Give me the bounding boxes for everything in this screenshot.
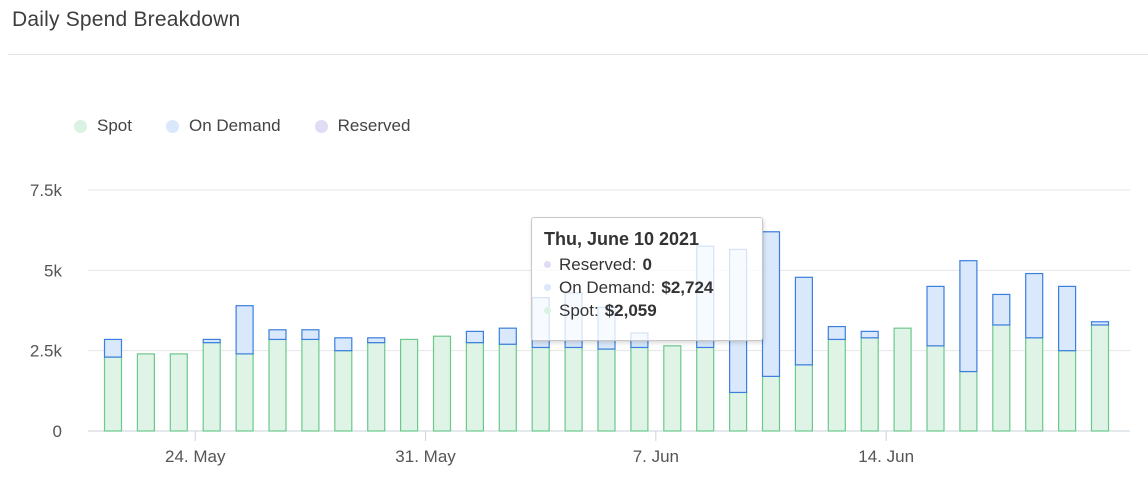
bar-spot[interactable] (531, 346, 550, 432)
tooltip-label-spot: Spot: (559, 301, 599, 320)
bar-spot[interactable] (432, 335, 452, 432)
bar-spot[interactable] (630, 346, 649, 432)
bar-spot[interactable] (202, 342, 221, 432)
bar-spot[interactable] (400, 338, 419, 432)
bar-on-demand[interactable] (103, 338, 123, 358)
bar-spot[interactable] (827, 338, 846, 432)
bar-on-demand[interactable] (465, 330, 484, 344)
bar-on-demand[interactable] (268, 329, 287, 341)
bar-spot[interactable] (1057, 350, 1077, 432)
bar-spot[interactable] (696, 346, 715, 432)
tooltip-row-on-demand: On Demand: $2,724 (544, 276, 750, 299)
bar-spot[interactable] (959, 370, 978, 432)
bar-spot[interactable] (860, 337, 879, 432)
tooltip-row-spot: Spot: $2,059 (544, 299, 750, 322)
bar-on-demand[interactable] (1025, 272, 1044, 339)
bar-spot[interactable] (334, 350, 353, 432)
hover-tooltip: Thu, June 10 2021 Reserved: 0 On Demand:… (531, 217, 763, 341)
tooltip-value-on-demand: $2,724 (661, 278, 714, 297)
bar-spot[interactable] (268, 338, 287, 432)
bar-on-demand[interactable] (202, 338, 221, 344)
tooltip-dot-reserved (544, 261, 551, 268)
tooltip-value-reserved: 0 (642, 255, 652, 274)
y-tick-label: 2.5k (30, 342, 63, 361)
bar-on-demand[interactable] (301, 329, 320, 341)
bar-on-demand[interactable] (367, 337, 386, 344)
tooltip-dot-spot (544, 307, 551, 314)
tooltip-title: Thu, June 10 2021 (544, 229, 700, 249)
bar-spot[interactable] (794, 364, 814, 432)
bar-spot[interactable] (564, 346, 583, 432)
x-tick-label: 14. Jun (858, 447, 914, 466)
tooltip-dot-on-demand (544, 284, 551, 291)
bar-spot[interactable] (992, 324, 1011, 432)
bar-on-demand[interactable] (761, 231, 781, 377)
bar-on-demand[interactable] (926, 285, 945, 347)
bar-spot[interactable] (1025, 337, 1044, 432)
y-tick-label: 7.5k (30, 181, 63, 200)
x-tick-label: 31. May (395, 447, 456, 466)
bar-on-demand[interactable] (992, 293, 1011, 326)
bar-on-demand[interactable] (1090, 321, 1110, 326)
tooltip-row-reserved: Reserved: 0 (544, 253, 750, 276)
bar-spot[interactable] (1090, 324, 1110, 432)
bar-on-demand[interactable] (334, 337, 353, 352)
bar-spot[interactable] (465, 342, 484, 432)
x-tick-label: 7. Jun (633, 447, 679, 466)
bar-spot[interactable] (103, 356, 123, 432)
bar-on-demand[interactable] (860, 330, 879, 339)
bar-on-demand[interactable] (498, 327, 517, 345)
bar-on-demand[interactable] (959, 260, 978, 373)
bar-spot[interactable] (498, 343, 517, 432)
bar-on-demand[interactable] (794, 276, 814, 366)
bar-spot[interactable] (728, 391, 748, 432)
tooltip-label-reserved: Reserved: (559, 255, 637, 274)
bar-spot[interactable] (893, 327, 912, 432)
y-tick-label: 5k (44, 261, 62, 280)
bar-spot[interactable] (663, 345, 682, 432)
y-tick-label: 0 (53, 422, 62, 441)
tooltip-value-spot: $2,059 (604, 301, 657, 320)
bar-on-demand[interactable] (235, 305, 254, 355)
bar-spot[interactable] (367, 342, 386, 432)
tooltip-label-on-demand: On Demand: (559, 278, 656, 297)
x-tick-label: 24. May (165, 447, 226, 466)
bar-on-demand[interactable] (827, 325, 846, 341)
bar-on-demand[interactable] (1057, 285, 1077, 352)
bar-spot[interactable] (761, 375, 781, 432)
bar-spot[interactable] (136, 353, 155, 432)
bar-spot[interactable] (235, 353, 254, 432)
bar-spot[interactable] (597, 348, 616, 432)
bar-spot[interactable] (301, 338, 320, 432)
bar-spot[interactable] (169, 353, 188, 432)
bar-spot[interactable] (926, 345, 945, 432)
